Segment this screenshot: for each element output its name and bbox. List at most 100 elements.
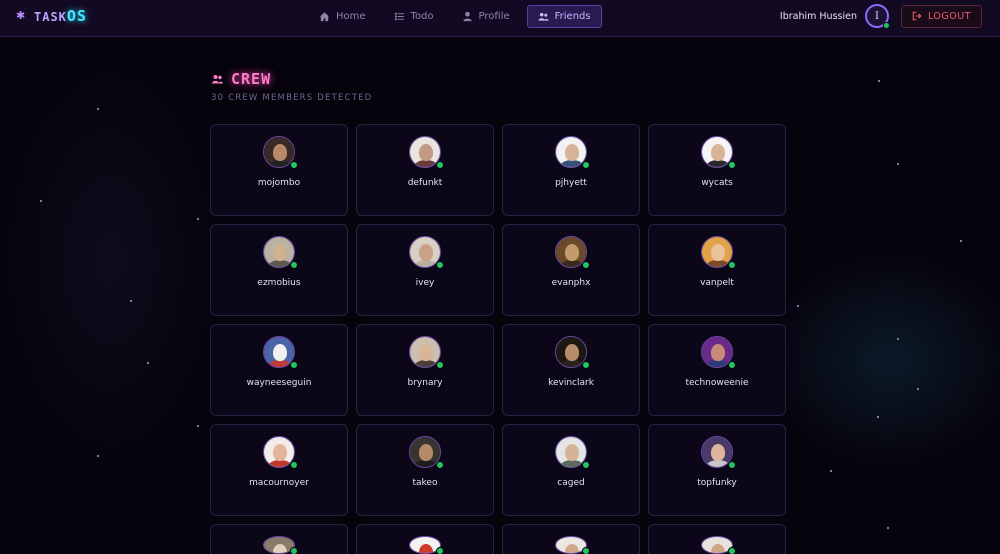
friend-card[interactable]: macournoyer	[210, 424, 348, 516]
friend-card[interactable]: takeo	[356, 424, 494, 516]
friend-card[interactable]: topfunky	[648, 424, 786, 516]
star	[878, 80, 880, 82]
friend-username: mojombo	[257, 178, 301, 188]
friend-avatar	[701, 536, 736, 554]
friend-avatar	[263, 436, 298, 469]
friend-avatar	[263, 336, 298, 369]
friend-card[interactable]: vanpelt	[648, 224, 786, 316]
star	[877, 416, 879, 418]
brand-name: TASKOS	[34, 7, 87, 25]
online-status-icon	[728, 361, 736, 369]
friend-username: ivey	[415, 278, 435, 288]
page-title: CREW	[231, 70, 272, 88]
friend-card[interactable]: wycats	[648, 124, 786, 216]
page-header: CREW 30 CREW MEMBERS DETECTED	[211, 70, 372, 103]
friend-avatar	[409, 236, 444, 269]
online-status-icon	[728, 461, 736, 469]
users-icon	[212, 75, 223, 84]
friend-card[interactable]: caged	[502, 424, 640, 516]
friend-avatar	[555, 236, 590, 269]
online-status-icon	[436, 261, 444, 269]
star	[797, 305, 799, 307]
online-status-icon	[582, 547, 590, 554]
friend-avatar	[263, 236, 298, 269]
online-status-icon	[436, 461, 444, 469]
friend-username: takeo	[412, 478, 438, 488]
friend-username: technoweenie	[685, 378, 749, 388]
star	[97, 108, 99, 110]
friends-grid: mojombo defunkt pjhyett wycats ezmobius ivey e…	[210, 124, 786, 554]
online-status-icon	[436, 361, 444, 369]
user-area: Ibrahim Hussien I LOGOUT	[780, 4, 982, 29]
star	[147, 362, 149, 364]
friend-card[interactable]: ezmobius	[210, 224, 348, 316]
friend-username: kevinclark	[548, 378, 594, 388]
friend-avatar	[555, 336, 590, 369]
main-nav: Home Todo Profile Friends	[308, 5, 602, 28]
background-glow	[0, 60, 220, 460]
online-status-icon	[882, 22, 890, 29]
friend-card[interactable]: brynary	[356, 324, 494, 416]
friend-card[interactable]: wayneeseguin	[210, 324, 348, 416]
friend-avatar	[555, 436, 590, 469]
online-status-icon	[728, 547, 736, 554]
friend-card[interactable]: evanphx	[502, 224, 640, 316]
friend-card[interactable]	[356, 524, 494, 554]
top-navbar: ✱ TASKOS Home Todo Profile Friends Ibrah…	[0, 0, 1000, 37]
star	[197, 425, 199, 427]
star	[887, 527, 889, 529]
friend-card[interactable]: mojombo	[210, 124, 348, 216]
nav-home[interactable]: Home	[308, 5, 377, 28]
friend-avatar	[263, 536, 298, 554]
online-status-icon	[728, 161, 736, 169]
friend-avatar	[555, 136, 590, 169]
star	[40, 200, 42, 202]
friend-card[interactable]: technoweenie	[648, 324, 786, 416]
robot-icon: ✱	[16, 9, 26, 22]
friend-username: brynary	[407, 378, 443, 388]
friend-username: pjhyett	[555, 178, 587, 188]
friend-card[interactable]: pjhyett	[502, 124, 640, 216]
friend-username: vanpelt	[700, 278, 734, 288]
online-status-icon	[290, 547, 298, 554]
friend-avatar	[409, 336, 444, 369]
friend-card[interactable]	[502, 524, 640, 554]
friend-card[interactable]: kevinclark	[502, 324, 640, 416]
online-status-icon	[290, 461, 298, 469]
user-avatar[interactable]: I	[864, 4, 890, 29]
friend-avatar	[701, 436, 736, 469]
online-status-icon	[436, 161, 444, 169]
friend-card[interactable]: defunkt	[356, 124, 494, 216]
online-status-icon	[436, 547, 444, 554]
nav-profile[interactable]: Profile	[451, 5, 521, 28]
page-subtitle: 30 CREW MEMBERS DETECTED	[211, 93, 373, 103]
brand-logo[interactable]: ✱ TASKOS	[16, 7, 87, 25]
friend-username: macournoyer	[249, 478, 309, 488]
nav-todo-label: Todo	[410, 11, 434, 22]
friend-avatar	[409, 436, 444, 469]
nav-home-label: Home	[336, 11, 366, 22]
friend-card[interactable]	[648, 524, 786, 554]
online-status-icon	[582, 261, 590, 269]
friend-card[interactable]	[210, 524, 348, 554]
nav-todo[interactable]: Todo	[383, 5, 445, 28]
home-icon	[319, 12, 330, 22]
friend-avatar	[555, 536, 590, 554]
logout-label: LOGOUT	[927, 10, 971, 22]
online-status-icon	[582, 461, 590, 469]
star	[960, 240, 962, 242]
star	[897, 163, 899, 165]
friend-card[interactable]: ivey	[356, 224, 494, 316]
friend-avatar	[701, 336, 736, 369]
friend-username: ezmobius	[257, 278, 301, 288]
friend-username: evanphx	[551, 278, 591, 288]
star	[830, 470, 832, 472]
online-status-icon	[582, 361, 590, 369]
nav-friends[interactable]: Friends	[526, 5, 602, 28]
nav-friends-label: Friends	[554, 11, 591, 22]
friend-avatar	[409, 536, 444, 554]
star	[917, 388, 919, 390]
friend-avatar	[701, 236, 736, 269]
logout-button[interactable]: LOGOUT	[900, 4, 982, 28]
nav-profile-label: Profile	[478, 11, 510, 22]
